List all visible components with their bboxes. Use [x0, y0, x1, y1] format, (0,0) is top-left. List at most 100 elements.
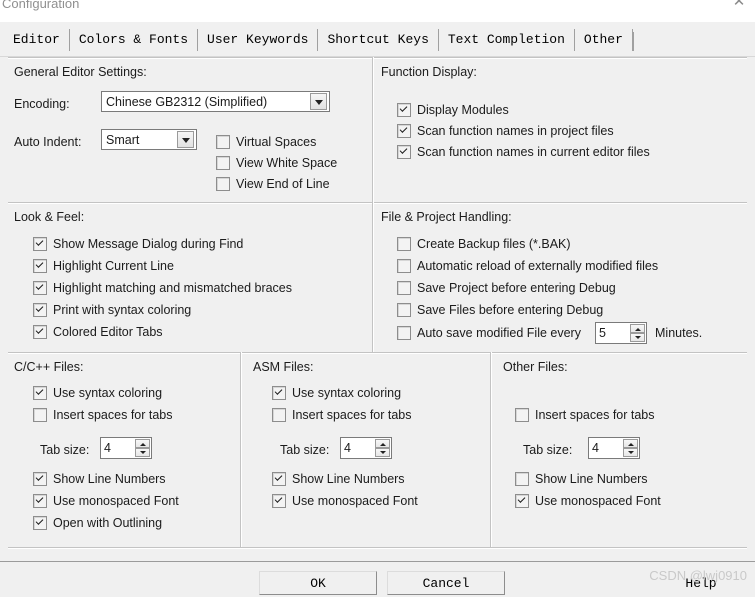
divider-vertical-middle [372, 202, 374, 352]
stepper-up-icon[interactable] [630, 324, 645, 333]
checkbox-label: Save Files before entering Debug [417, 303, 604, 317]
stepper-up-icon[interactable] [135, 439, 150, 448]
stepper-up-icon[interactable] [375, 439, 390, 448]
checkbox-label: Print with syntax coloring [53, 303, 192, 317]
stepper-buttons[interactable] [375, 439, 390, 457]
checkbox-box [397, 259, 411, 273]
checkbox-label: Scan function names in project files [417, 124, 614, 138]
checkbox-view-white-space[interactable]: View White Space [216, 156, 337, 170]
checkbox-box [33, 386, 47, 400]
divider-top [8, 57, 747, 59]
checkbox-save-files-before-debug[interactable]: Save Files before entering Debug [397, 303, 603, 317]
asm-tab-size-label: Tab size: [280, 443, 330, 457]
stepper-down-icon[interactable] [630, 333, 645, 342]
encoding-combobox[interactable]: Chinese GB2312 (Simplified) [101, 91, 330, 112]
checkbox-box [33, 516, 47, 530]
checkbox-asm-use-monospaced-font[interactable]: Use monospaced Font [272, 494, 418, 508]
checkbox-label: Open with Outlining [53, 516, 163, 530]
checkbox-box [397, 326, 411, 340]
checkbox-label: Insert spaces for tabs [53, 408, 173, 422]
checkbox-box [272, 408, 286, 422]
checkbox-label: Save Project before entering Debug [417, 281, 616, 295]
close-icon[interactable]: ✕ [731, 0, 747, 10]
other-tab-size-label: Tab size: [523, 443, 573, 457]
auto-indent-label: Auto Indent: [14, 135, 82, 149]
dialog-footer: OK Cancel Help [0, 561, 755, 597]
stepper-buttons[interactable] [135, 439, 150, 457]
ok-button[interactable]: OK [259, 571, 377, 595]
file-project-handling-title: File & Project Handling: [381, 210, 512, 224]
stepper-up-icon[interactable] [623, 439, 638, 448]
tab-shortcut-keys[interactable]: Shortcut Keys [318, 29, 439, 51]
tab-colors-and-fonts[interactable]: Colors & Fonts [69, 29, 199, 51]
tab-other[interactable]: Other [574, 29, 633, 51]
checkbox-cpp-insert-spaces-for-tabs[interactable]: Insert spaces for tabs [33, 408, 173, 422]
checkbox-colored-editor-tabs[interactable]: Colored Editor Tabs [33, 325, 163, 339]
divider-vertical-upper [372, 57, 374, 202]
checkbox-print-with-syntax-coloring[interactable]: Print with syntax coloring [33, 303, 191, 317]
tab-user-keywords[interactable]: User Keywords [198, 29, 319, 51]
checkbox-other-use-monospaced-font[interactable]: Use monospaced Font [515, 494, 661, 508]
checkbox-asm-show-line-numbers[interactable]: Show Line Numbers [272, 472, 405, 486]
checkbox-box [33, 494, 47, 508]
checkbox-create-backup-files[interactable]: Create Backup files (*.BAK) [397, 237, 571, 251]
checkbox-scan-project-files[interactable]: Scan function names in project files [397, 124, 614, 138]
checkbox-label: Scan function names in current editor fi… [417, 145, 650, 159]
checkbox-box [397, 237, 411, 251]
checkbox-cpp-use-syntax-coloring[interactable]: Use syntax coloring [33, 386, 162, 400]
auto-indent-combobox[interactable]: Smart [101, 129, 197, 150]
auto-indent-value: Smart [106, 132, 140, 147]
checkbox-other-show-line-numbers[interactable]: Show Line Numbers [515, 472, 648, 486]
checkbox-asm-insert-spaces-for-tabs[interactable]: Insert spaces for tabs [272, 408, 412, 422]
editor-tab-panel: General Editor Settings: Encoding: Chine… [0, 56, 755, 562]
asm-files-title: ASM Files: [253, 360, 314, 374]
stepper-down-icon[interactable] [375, 448, 390, 457]
checkbox-label: Create Backup files (*.BAK) [417, 237, 571, 251]
tab-editor[interactable]: Editor [4, 29, 70, 51]
checkbox-automatic-reload[interactable]: Automatic reload of externally modified … [397, 259, 658, 273]
checkbox-show-message-dialog-during-find[interactable]: Show Message Dialog during Find [33, 237, 243, 251]
chevron-down-icon[interactable] [310, 93, 327, 110]
chevron-down-icon[interactable] [177, 131, 194, 148]
checkbox-label: Use syntax coloring [53, 386, 163, 400]
asm-tab-size-value: 4 [344, 441, 351, 455]
stepper-down-icon[interactable] [623, 448, 638, 457]
general-editor-settings-title: General Editor Settings: [14, 65, 147, 79]
asm-tab-size-stepper[interactable]: 4 [340, 437, 392, 459]
window-title: Configuration [2, 0, 80, 11]
checkbox-label: Show Line Numbers [53, 472, 166, 486]
other-tab-size-value: 4 [592, 441, 599, 455]
function-display-title: Function Display: [381, 65, 477, 79]
checkbox-highlight-current-line[interactable]: Highlight Current Line [33, 259, 174, 273]
configuration-dialog: Configuration ✕ Editor Colors & Fonts Us… [0, 0, 755, 597]
checkbox-display-modules[interactable]: Display Modules [397, 103, 509, 117]
cpp-files-title: C/C++ Files: [14, 360, 84, 374]
checkbox-view-end-of-line[interactable]: View End of Line [216, 177, 330, 191]
checkbox-cpp-open-with-outlining[interactable]: Open with Outlining [33, 516, 162, 530]
checkbox-auto-save-modified-file[interactable]: Auto save modified File every [397, 326, 581, 340]
autosave-minutes-stepper[interactable]: 5 [595, 322, 647, 344]
other-files-title: Other Files: [503, 360, 568, 374]
cancel-button[interactable]: Cancel [387, 571, 505, 595]
checkbox-highlight-braces[interactable]: Highlight matching and mismatched braces [33, 281, 292, 295]
checkbox-save-project-before-debug[interactable]: Save Project before entering Debug [397, 281, 616, 295]
autosave-minutes-value: 5 [599, 326, 606, 340]
checkbox-cpp-show-line-numbers[interactable]: Show Line Numbers [33, 472, 166, 486]
checkbox-label: Show Message Dialog during Find [53, 237, 244, 251]
checkbox-cpp-use-monospaced-font[interactable]: Use monospaced Font [33, 494, 179, 508]
cpp-tab-size-stepper[interactable]: 4 [100, 437, 152, 459]
checkbox-box [33, 259, 47, 273]
checkbox-other-insert-spaces-for-tabs[interactable]: Insert spaces for tabs [515, 408, 655, 422]
checkbox-label: Insert spaces for tabs [292, 408, 412, 422]
checkbox-label: Display Modules [417, 103, 509, 117]
checkbox-label: Use monospaced Font [292, 494, 418, 508]
other-tab-size-stepper[interactable]: 4 [588, 437, 640, 459]
checkbox-scan-current-editor-files[interactable]: Scan function names in current editor fi… [397, 145, 650, 159]
checkbox-asm-use-syntax-coloring[interactable]: Use syntax coloring [272, 386, 401, 400]
checkbox-virtual-spaces[interactable]: Virtual Spaces [216, 135, 316, 149]
tab-text-completion[interactable]: Text Completion [438, 29, 575, 51]
stepper-buttons[interactable] [623, 439, 638, 457]
checkbox-label: Highlight matching and mismatched braces [53, 281, 293, 295]
stepper-down-icon[interactable] [135, 448, 150, 457]
stepper-buttons[interactable] [630, 324, 645, 342]
